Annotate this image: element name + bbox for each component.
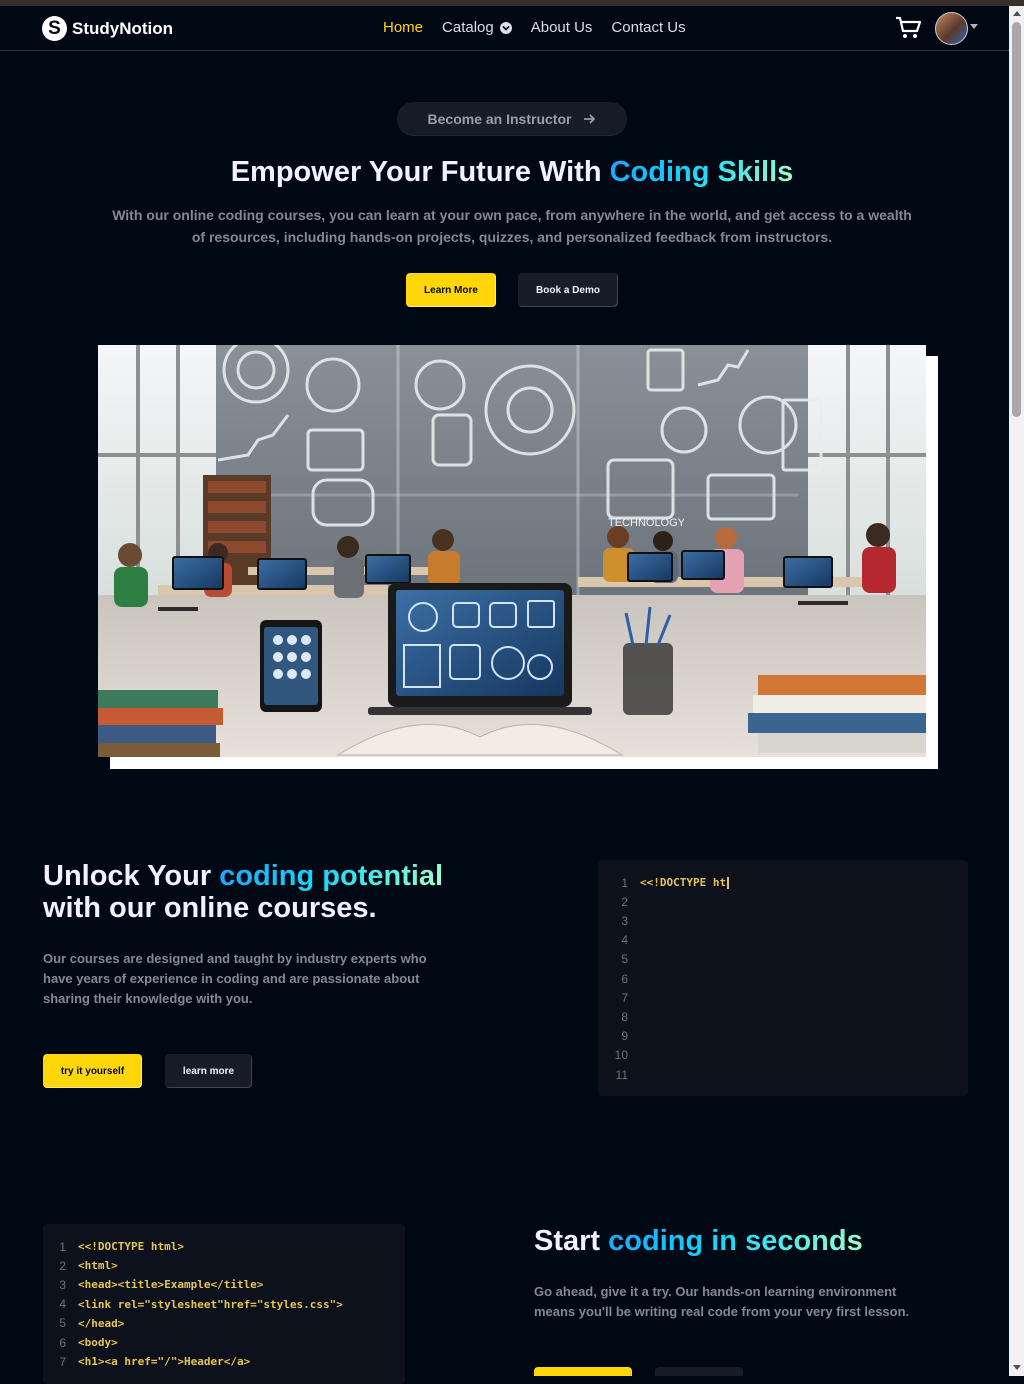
logo-text: StudyNotion: [72, 18, 174, 38]
section1-title-text: Unlock Your: [43, 860, 220, 892]
code-line: 11: [598, 1065, 628, 1084]
try-it-yourself-button[interactable]: try it yourself: [43, 1054, 142, 1088]
code-line: 4: [598, 931, 628, 950]
line-number: 7: [59, 1354, 66, 1369]
nav-item-label: Home: [383, 19, 424, 36]
section2-title: Start coding in seconds: [534, 1225, 974, 1257]
line-number: 4: [621, 933, 628, 948]
nav-item-contact[interactable]: Contact Us: [611, 19, 685, 36]
line-number: 9: [621, 1029, 628, 1044]
code-text: <html>: [78, 1259, 118, 1273]
hero-title-text: Empower Your Future With: [230, 156, 610, 188]
hero-video[interactable]: TECHNOLOGY: [98, 345, 926, 757]
nav-item-label: Catalog: [442, 19, 494, 36]
code-line: 4 <link rel="stylesheet"href="styles.css"…: [43, 1295, 343, 1314]
line-number: 4: [59, 1297, 66, 1312]
code-text: <<!DOCTYPE html>: [78, 1240, 184, 1253]
line-number: 6: [621, 971, 628, 986]
section1-title-line2: with our online courses.: [43, 892, 377, 924]
text-cursor: [727, 877, 730, 889]
code-line: 7 <h1><a href="/">Header</a>: [43, 1352, 250, 1371]
code-line: 3: [598, 911, 628, 930]
hero-title-highlight: Coding Skills: [609, 156, 794, 188]
code-line: 2: [598, 892, 628, 911]
become-instructor-label: Become an Instructor: [427, 110, 572, 127]
section2-primary-button[interactable]: [534, 1367, 632, 1376]
code-line: 3 <head><title>Example</title>: [43, 1275, 263, 1294]
line-number: 10: [614, 1048, 628, 1063]
code-block-1: 1 <<!DOCTYPE ht 2 3 4 5 6 7 8 9 10 11: [598, 860, 968, 1096]
classroom-illustration: TECHNOLOGY: [98, 345, 926, 757]
line-number: 7: [621, 990, 628, 1005]
line-number: 5: [621, 952, 628, 967]
code-line: 2 <html>: [43, 1256, 118, 1275]
section1-title-highlight: coding potential: [219, 860, 444, 892]
code-line: 10: [598, 1046, 628, 1065]
code-text: <body>: [78, 1336, 118, 1349]
logo[interactable]: S StudyNotion: [42, 16, 173, 41]
learn-more-button[interactable]: Learn More: [406, 273, 496, 307]
caret-down-icon[interactable]: [970, 24, 978, 29]
nav-item-home[interactable]: Home: [383, 19, 423, 36]
line-number: 3: [59, 1277, 66, 1292]
arrow-right-icon: [584, 113, 596, 124]
line-number: 2: [59, 1258, 66, 1273]
scrollbar-thumb[interactable]: [1012, 22, 1021, 417]
code-line: 6: [598, 969, 628, 988]
section2-title-highlight: coding in seconds: [608, 1225, 863, 1257]
section1-title: Unlock Your coding potential with our on…: [43, 860, 563, 924]
code-line: 6 <body>: [43, 1333, 118, 1352]
nav-item-label: Contact Us: [611, 19, 686, 36]
navbar: S StudyNotion Home Catalog About Us Cont…: [0, 6, 1009, 51]
code-text: <head><title>Example</title>: [78, 1278, 264, 1292]
learn-more-secondary-button[interactable]: learn more: [165, 1054, 252, 1088]
scroll-up-arrow-icon[interactable]: [1013, 11, 1021, 16]
user-avatar[interactable]: [935, 12, 968, 45]
logo-mark-icon: S: [42, 16, 67, 41]
hero-description: With our online coding courses, you can …: [112, 207, 912, 245]
code-line: 8: [598, 1007, 628, 1026]
code-line: 7: [598, 988, 628, 1007]
code-text: </head>: [78, 1316, 125, 1330]
line-number: 8: [621, 1009, 628, 1024]
scroll-down-arrow-icon[interactable]: [1013, 1365, 1021, 1370]
line-number: 2: [621, 894, 628, 909]
code-text: <<!DOCTYPE ht: [640, 876, 730, 889]
section1-description: Our courses are designed and taught by i…: [43, 951, 427, 1006]
section2-title-text: Start: [534, 1225, 609, 1257]
nav-item-label: About Us: [530, 19, 593, 36]
line-number: 1: [621, 875, 628, 890]
scrollbar[interactable]: [1009, 6, 1024, 1376]
line-number: 6: [59, 1335, 66, 1350]
section2-secondary-button[interactable]: [655, 1367, 743, 1376]
code-block-2: 1 <<!DOCTYPE html> 2 <html> 3 <head><title>Ex…: [43, 1224, 405, 1384]
hero-title: Empower Your Future With Coding Skills: [0, 156, 1024, 189]
line-number: 3: [621, 913, 628, 928]
chevron-down-icon: [499, 21, 512, 34]
line-number: 1: [59, 1239, 66, 1254]
become-instructor-button[interactable]: Become an Instructor: [397, 102, 627, 135]
code-line: 5 </head>: [43, 1314, 124, 1333]
line-number: 11: [615, 1067, 628, 1082]
code-line: 1 <<!DOCTYPE html>: [43, 1237, 184, 1256]
line-number: 5: [59, 1316, 66, 1331]
code-line: 5: [598, 950, 628, 969]
book-demo-button[interactable]: Book a Demo: [518, 273, 618, 307]
nav-item-about[interactable]: About Us: [531, 19, 593, 36]
code-line: 9: [598, 1027, 628, 1046]
code-line: 1 <<!DOCTYPE ht: [598, 873, 730, 892]
code-text: <h1><a href="/">Header</a>: [78, 1355, 251, 1369]
section2-description: Go ahead, give it a try. Our hands-on le…: [534, 1284, 910, 1319]
cart-icon[interactable]: [894, 15, 922, 46]
nav-links: Home Catalog About Us Contact Us: [383, 19, 705, 36]
nav-item-catalog[interactable]: Catalog: [442, 19, 512, 36]
code-text: <link rel="stylesheet"href="styles.css">: [78, 1297, 343, 1311]
